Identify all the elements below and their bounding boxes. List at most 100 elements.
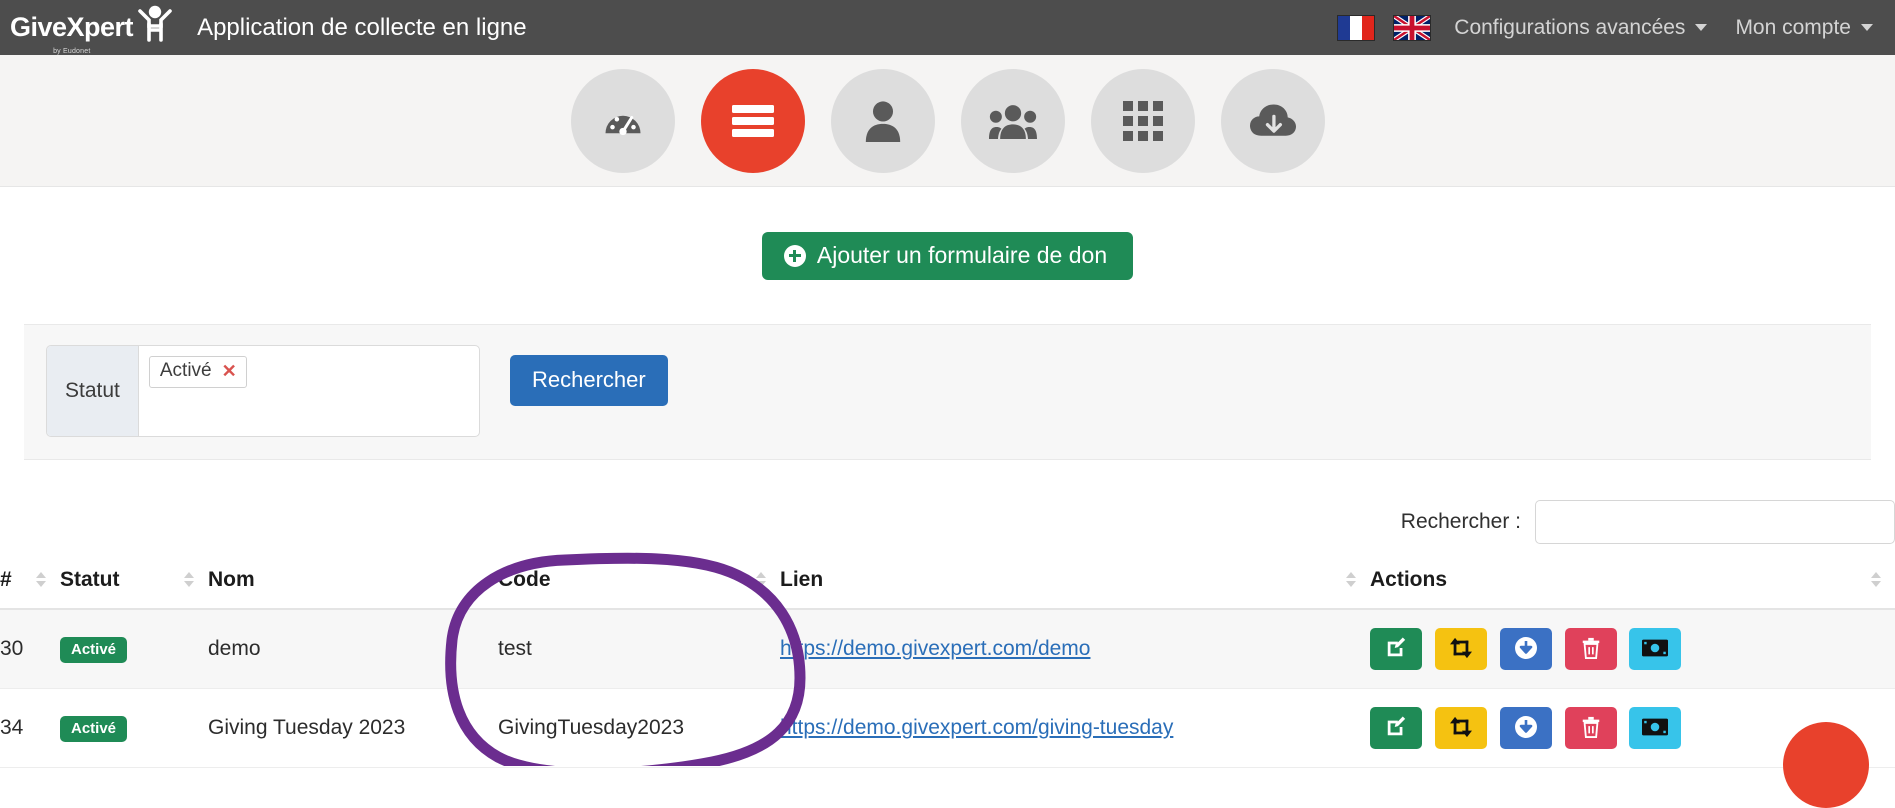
add-donation-form-label: Ajouter un formulaire de don <box>817 244 1107 267</box>
search-submit-button[interactable]: Rechercher <box>510 355 668 406</box>
menu-configurations-avancees-label: Configurations avancées <box>1454 16 1685 40</box>
column-header-nom-label: Nom <box>208 568 255 591</box>
column-header-actions-label: Actions <box>1370 568 1447 591</box>
brand-name: GiveXpert <box>10 14 133 41</box>
cell-num: 30 <box>0 609 60 689</box>
column-header-code[interactable]: Code <box>498 568 780 609</box>
arrow-down-circle-icon <box>1514 715 1538 742</box>
forms-table-head: # Statut Nom Code Lien <box>0 568 1895 609</box>
pen-square-icon <box>1385 637 1407 662</box>
status-badge: Activé <box>60 637 127 663</box>
column-header-num-label: # <box>0 568 12 591</box>
column-header-actions[interactable]: Actions <box>1370 568 1895 609</box>
form-link[interactable]: https://demo.givexpert.com/giving-tuesda… <box>780 716 1173 739</box>
table-row[interactable]: 30 Activé demo test https://demo.givexpe… <box>0 609 1895 689</box>
form-link[interactable]: https://demo.givexpert.com/demo <box>780 637 1090 660</box>
close-icon[interactable]: ✕ <box>222 362 237 380</box>
duplicate-button[interactable] <box>1435 628 1487 670</box>
cloud-download-icon <box>1250 102 1296 140</box>
filter-panel: Statut Activé ✕ Rechercher <box>24 324 1871 460</box>
sort-icon[interactable] <box>1346 572 1356 590</box>
table-row[interactable]: 34 Activé Giving Tuesday 2023 GivingTues… <box>0 689 1895 768</box>
cell-code: test <box>498 609 780 689</box>
sort-icon[interactable] <box>756 572 766 590</box>
forms-table-header-row: # Statut Nom Code Lien <box>0 568 1895 609</box>
menu-configurations-avancees[interactable]: Configurations avancées <box>1440 16 1721 40</box>
cell-nom: Giving Tuesday 2023 <box>208 689 498 768</box>
add-form-button-container: Ajouter un formulaire de don <box>0 187 1895 280</box>
table-search-label: Rechercher : <box>1401 510 1521 534</box>
nav-user-button[interactable] <box>831 69 935 173</box>
delete-button[interactable] <box>1565 628 1617 670</box>
money-bill-icon <box>1642 639 1668 660</box>
column-header-lien[interactable]: Lien <box>780 568 1370 609</box>
cell-code: GivingTuesday2023 <box>498 689 780 768</box>
cell-nom: demo <box>208 609 498 689</box>
sort-icon[interactable] <box>1871 572 1881 590</box>
topbar-right-controls: Configurations avancées Mon compte <box>1328 0 1895 55</box>
plus-circle-icon <box>784 245 806 267</box>
download-button[interactable] <box>1500 707 1552 749</box>
nav-cloud-download-button[interactable] <box>1221 69 1325 173</box>
add-donation-form-button[interactable]: Ajouter un formulaire de don <box>762 232 1133 280</box>
menu-mon-compte[interactable]: Mon compte <box>1721 16 1887 40</box>
trash-icon <box>1581 716 1601 741</box>
column-header-num[interactable]: # <box>0 568 60 609</box>
users-group-icon <box>989 102 1037 140</box>
column-header-lien-label: Lien <box>780 568 823 591</box>
table-search-row: Rechercher : <box>0 460 1895 544</box>
download-button[interactable] <box>1500 628 1552 670</box>
money-bill-icon <box>1642 718 1668 739</box>
column-header-nom[interactable]: Nom <box>208 568 498 609</box>
duplicate-button[interactable] <box>1435 707 1487 749</box>
edit-button[interactable] <box>1370 707 1422 749</box>
flag-en-icon[interactable] <box>1393 15 1431 41</box>
top-navigation-bar: GiveXpert by Eudonet Application de coll… <box>0 0 1895 55</box>
sort-icon[interactable] <box>184 572 194 590</box>
arrow-down-circle-icon <box>1514 636 1538 663</box>
forms-table-body: 30 Activé demo test https://demo.givexpe… <box>0 609 1895 768</box>
column-header-statut-label: Statut <box>60 568 120 591</box>
nav-forms-button[interactable] <box>701 69 805 173</box>
status-filter-group: Statut Activé ✕ <box>46 345 480 437</box>
donations-button[interactable] <box>1629 628 1681 670</box>
cell-lien: https://demo.givexpert.com/giving-tuesda… <box>780 689 1370 768</box>
user-icon <box>863 100 903 142</box>
nav-users-group-button[interactable] <box>961 69 1065 173</box>
table-search-input[interactable] <box>1535 500 1895 544</box>
help-chat-bubble[interactable] <box>1783 722 1869 808</box>
cell-actions <box>1370 609 1895 689</box>
trash-icon <box>1581 637 1601 662</box>
hamburger-menu-icon <box>730 102 776 140</box>
brand-logo[interactable]: GiveXpert by Eudonet <box>0 0 173 55</box>
sort-icon[interactable] <box>36 572 46 590</box>
retweet-icon <box>1449 716 1473 741</box>
delete-button[interactable] <box>1565 707 1617 749</box>
status-badge: Activé <box>60 716 127 742</box>
grid-apps-icon <box>1123 101 1163 141</box>
status-filter-token-label: Activé <box>160 361 212 382</box>
status-filter-token[interactable]: Activé ✕ <box>149 356 247 388</box>
cell-lien: https://demo.givexpert.com/demo <box>780 609 1370 689</box>
brand-subtitle: by Eudonet <box>53 48 90 55</box>
donations-button[interactable] <box>1629 707 1681 749</box>
pen-square-icon <box>1385 716 1407 741</box>
status-filter-label: Statut <box>47 346 139 436</box>
person-raised-arms-icon <box>137 4 173 47</box>
main-content: Ajouter un formulaire de don Statut Acti… <box>0 187 1895 768</box>
status-filter-input[interactable]: Activé ✕ <box>139 346 479 436</box>
icon-navigation-band <box>0 55 1895 187</box>
forms-table: # Statut Nom Code Lien <box>0 568 1895 768</box>
menu-mon-compte-label: Mon compte <box>1735 16 1851 40</box>
nav-apps-grid-button[interactable] <box>1091 69 1195 173</box>
nav-dashboard-button[interactable] <box>571 69 675 173</box>
column-header-code-label: Code <box>498 568 551 591</box>
flag-fr-icon[interactable] <box>1337 15 1375 41</box>
chevron-down-icon <box>1695 24 1707 31</box>
cell-statut: Activé <box>60 689 208 768</box>
edit-button[interactable] <box>1370 628 1422 670</box>
retweet-icon <box>1449 637 1473 662</box>
dashboard-gauge-icon <box>602 100 644 142</box>
cell-statut: Activé <box>60 609 208 689</box>
column-header-statut[interactable]: Statut <box>60 568 208 609</box>
